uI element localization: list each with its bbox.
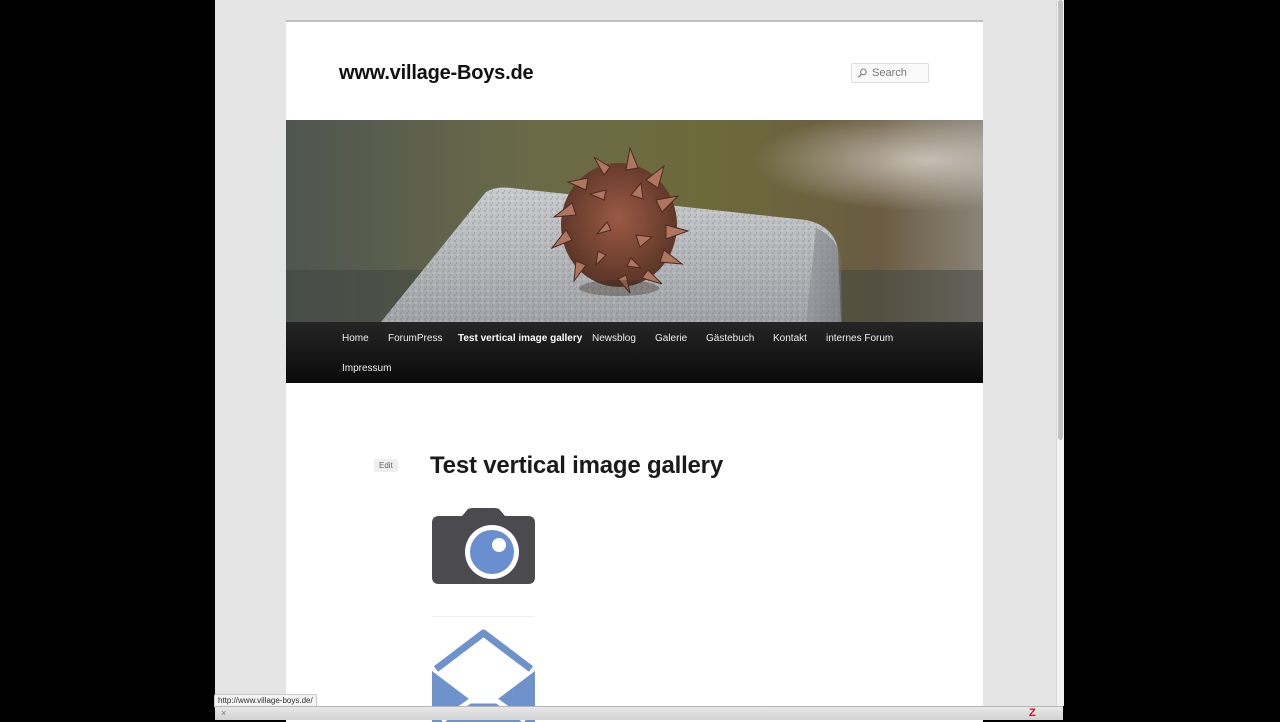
zotero-icon[interactable]: Z [1029, 707, 1036, 720]
search-icon [858, 68, 867, 78]
nav-item-gaestebuch[interactable]: Gästebuch [706, 333, 754, 344]
search-box[interactable] [851, 63, 929, 83]
main-navigation: Home ForumPress Test vertical image gall… [286, 322, 983, 383]
gallery-divider [432, 616, 535, 617]
site-title[interactable]: www.village-Boys.de [339, 62, 534, 85]
browser-addon-bar: × Z [215, 706, 1063, 720]
nav-item-kontakt[interactable]: Kontakt [773, 333, 807, 344]
page-container: www.village-Boys.de Search Home ForumPre… [286, 20, 983, 722]
scrollbar-thumb[interactable] [1058, 0, 1063, 440]
nav-item-forumpress[interactable]: ForumPress [388, 333, 442, 344]
edit-link[interactable]: Edit [374, 459, 398, 472]
nav-item-test-vertical-image-gallery[interactable]: Test vertical image gallery [458, 333, 582, 344]
nav-item-galerie[interactable]: Galerie [655, 333, 687, 344]
close-icon[interactable]: × [221, 707, 226, 720]
header-image-pinecone [286, 120, 983, 322]
search-input[interactable] [868, 67, 928, 79]
nav-item-internes-forum[interactable]: internes Forum [826, 333, 893, 344]
scrollbar[interactable] [1056, 0, 1064, 706]
nav-item-impressum[interactable]: Impressum [342, 363, 391, 374]
nav-item-newsblog[interactable]: Newsblog [592, 333, 636, 344]
entry-title: Test vertical image gallery [430, 452, 723, 479]
nav-item-home[interactable]: Home [342, 333, 369, 344]
camera-icon[interactable] [432, 508, 535, 584]
